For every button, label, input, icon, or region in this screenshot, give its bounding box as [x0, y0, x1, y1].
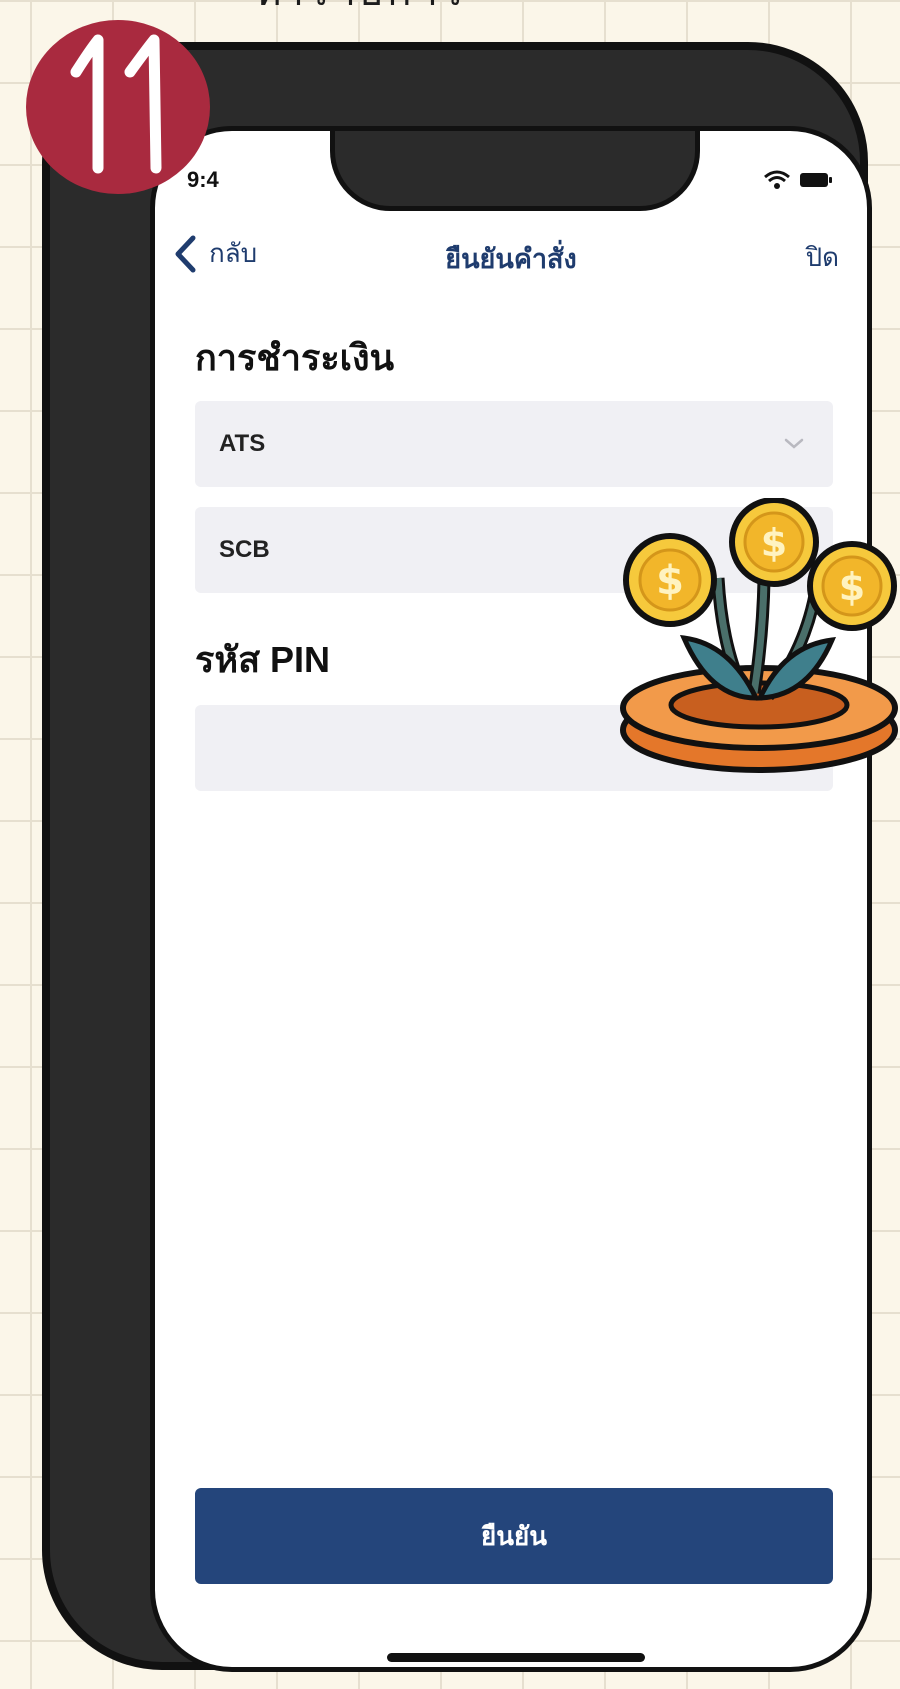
payment-heading: การชำระเงิน	[195, 337, 395, 378]
payment-method-value: ATS	[219, 430, 266, 457]
home-indicator	[387, 1653, 645, 1662]
phone-screen: 9:4 กลับ ยืนยันคำสั่ง ปิด การชำระเงิน AT…	[150, 126, 872, 1672]
svg-text:$: $	[839, 565, 865, 609]
status-icons	[763, 169, 833, 191]
chevron-down-icon	[784, 438, 804, 449]
payment-method-select[interactable]: ATS	[195, 401, 833, 487]
bank-value: SCB	[219, 536, 270, 563]
phone-frame: 9:4 กลับ ยืนยันคำสั่ง ปิด การชำระเงิน AT…	[42, 42, 872, 1672]
close-button[interactable]: ปิด	[806, 237, 839, 278]
pin-heading: รหัส PIN	[195, 639, 331, 680]
svg-text:$: $	[656, 558, 684, 604]
nav-bar: กลับ ยืนยันคำสั่ง ปิด	[155, 233, 867, 283]
page-title: ยืนยันคำสั่ง	[445, 244, 577, 274]
top-caption-partial: ทำรายการ	[255, 0, 675, 14]
wifi-icon	[764, 170, 790, 189]
svg-text:$: $	[761, 521, 787, 565]
confirm-button[interactable]: ยืนยัน	[195, 1488, 833, 1584]
battery-icon	[800, 173, 832, 187]
coin-plant-icon: $ $ $	[620, 498, 898, 773]
step-badge-icon	[26, 20, 210, 194]
notch	[330, 131, 700, 211]
